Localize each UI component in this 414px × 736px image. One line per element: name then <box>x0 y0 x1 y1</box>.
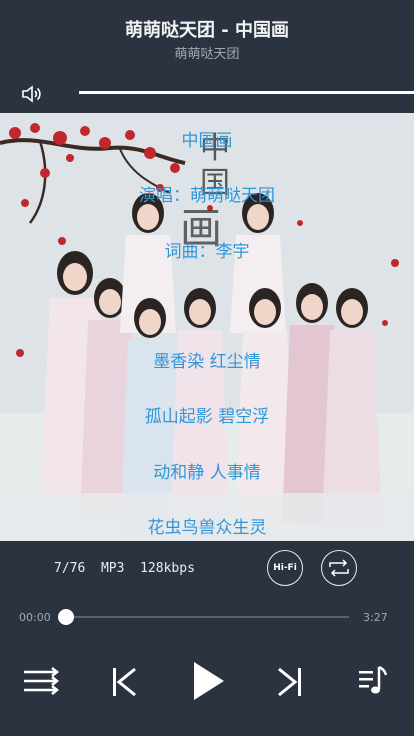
playlist-button[interactable] <box>353 661 393 701</box>
player-controls: 7/76 MP3 128kbps Hi-Fi 00:00 3:27 <box>0 541 414 736</box>
volume-level <box>79 91 414 94</box>
lyric-line: 中国画 <box>181 131 233 151</box>
song-title: 萌萌哒天团 - 中国画 <box>124 20 289 41</box>
now-playing-header: 萌萌哒天团 - 中国画 萌萌哒天团 <box>0 0 414 75</box>
lyrics-panel[interactable]: 中国画 演唱：萌萌哒天团 词曲：李宇 墨香染 红尘情 孤山起影 碧空浮 动和静 … <box>0 113 414 541</box>
seek-knob[interactable] <box>58 609 74 625</box>
song-artist: 萌萌哒天团 <box>174 47 240 62</box>
previous-icon <box>113 667 136 697</box>
shuffle-button[interactable] <box>20 659 64 703</box>
repeat-icon <box>329 559 349 577</box>
track-format: MP3 <box>100 561 125 576</box>
speaker-icon[interactable] <box>20 82 44 106</box>
lyric-line: 孤山起影 碧空浮 <box>144 407 270 427</box>
lyric-line: 动和静 人事情 <box>153 463 261 483</box>
lyric-line: 词曲：李宇 <box>164 242 250 262</box>
seek-bar[interactable] <box>66 616 349 618</box>
track-bitrate: 128kbps <box>140 561 195 576</box>
repeat-button[interactable] <box>321 550 357 586</box>
shuffle-icon <box>24 667 60 695</box>
album-art: 中 国 画 中国画 演唱：萌萌哒天团 词曲：李宇 墨香染 红尘情 孤山起影 碧空… <box>0 113 414 541</box>
volume-row <box>0 75 414 113</box>
elapsed-time: 00:00 <box>19 611 51 624</box>
track-info: 7/76 MP3 128kbps <box>54 561 195 576</box>
total-time: 3:27 <box>363 611 388 624</box>
lyric-line: 花虫鸟兽众生灵 <box>147 518 267 538</box>
next-icon <box>278 667 301 697</box>
hifi-button[interactable]: Hi-Fi <box>267 550 303 586</box>
play-icon <box>194 662 224 700</box>
track-index: 7/76 <box>54 561 86 576</box>
lyric-line: 演唱：萌萌哒天团 <box>139 186 275 206</box>
playlist-icon <box>359 665 388 694</box>
lyric-line: 墨香染 红尘情 <box>153 352 261 372</box>
volume-slider[interactable] <box>79 91 414 94</box>
hifi-icon: Hi-Fi <box>273 563 297 573</box>
play-button[interactable] <box>184 657 232 705</box>
next-button[interactable] <box>270 662 310 702</box>
previous-button[interactable] <box>104 662 144 702</box>
